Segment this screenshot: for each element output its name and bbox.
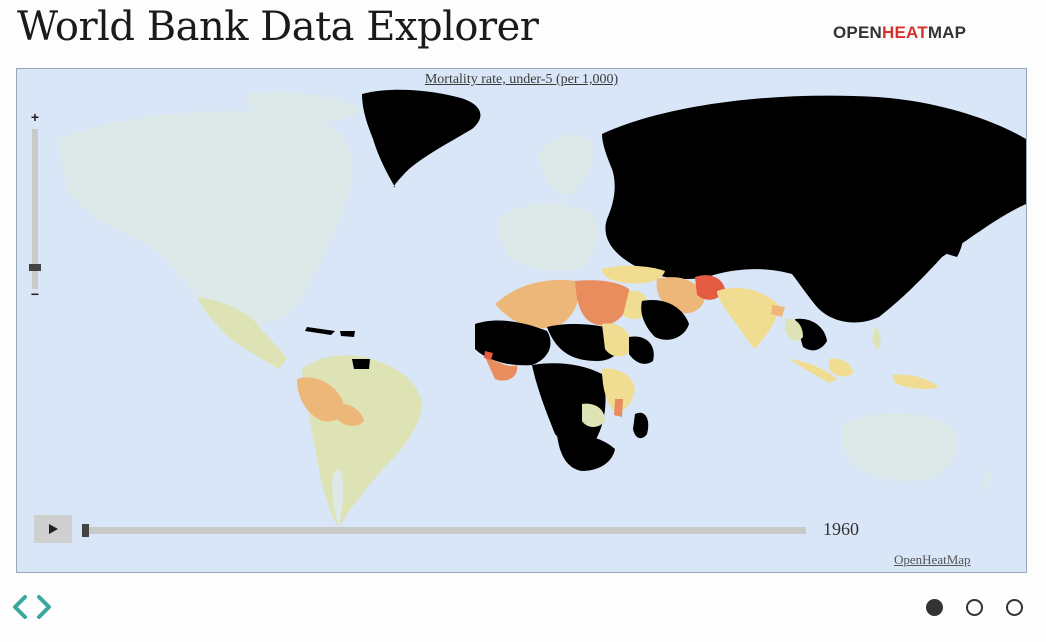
timeline-thumb[interactable] bbox=[82, 524, 89, 537]
map-viewport[interactable]: Mortality rate, under-5 (per 1,000) + − … bbox=[16, 68, 1027, 573]
slide-dot-1[interactable] bbox=[926, 599, 943, 616]
world-map[interactable] bbox=[17, 69, 1026, 572]
openheatmap-logo[interactable]: OPENHEATMAP bbox=[833, 23, 966, 43]
brand-heat: HEAT bbox=[881, 23, 928, 42]
play-icon bbox=[49, 524, 58, 534]
brand-map: MAP bbox=[927, 23, 967, 42]
slide-pager bbox=[926, 599, 1023, 616]
mozambique-strip bbox=[614, 399, 623, 417]
timeline-track[interactable] bbox=[83, 527, 806, 534]
openheatmap-credit-link[interactable]: OpenHeatMap bbox=[894, 552, 971, 568]
zoom-out-button[interactable]: − bbox=[29, 286, 41, 302]
chevron-left-icon[interactable] bbox=[10, 594, 30, 625]
page-title: World Bank Data Explorer bbox=[17, 4, 539, 50]
slide-dot-2[interactable] bbox=[966, 599, 983, 616]
brand-open: OPEN bbox=[833, 23, 882, 42]
map-title: Mortality rate, under-5 (per 1,000) bbox=[424, 72, 619, 87]
slide-navigation bbox=[10, 594, 54, 625]
play-button[interactable] bbox=[34, 515, 72, 543]
zoom-slider-thumb[interactable] bbox=[29, 264, 41, 271]
chevron-right-icon[interactable] bbox=[34, 594, 54, 625]
guyana bbox=[352, 359, 370, 369]
slide-dot-3[interactable] bbox=[1006, 599, 1023, 616]
zoom-in-button[interactable]: + bbox=[29, 109, 41, 125]
year-label: 1960 bbox=[823, 519, 859, 539]
madagascar bbox=[633, 412, 649, 439]
